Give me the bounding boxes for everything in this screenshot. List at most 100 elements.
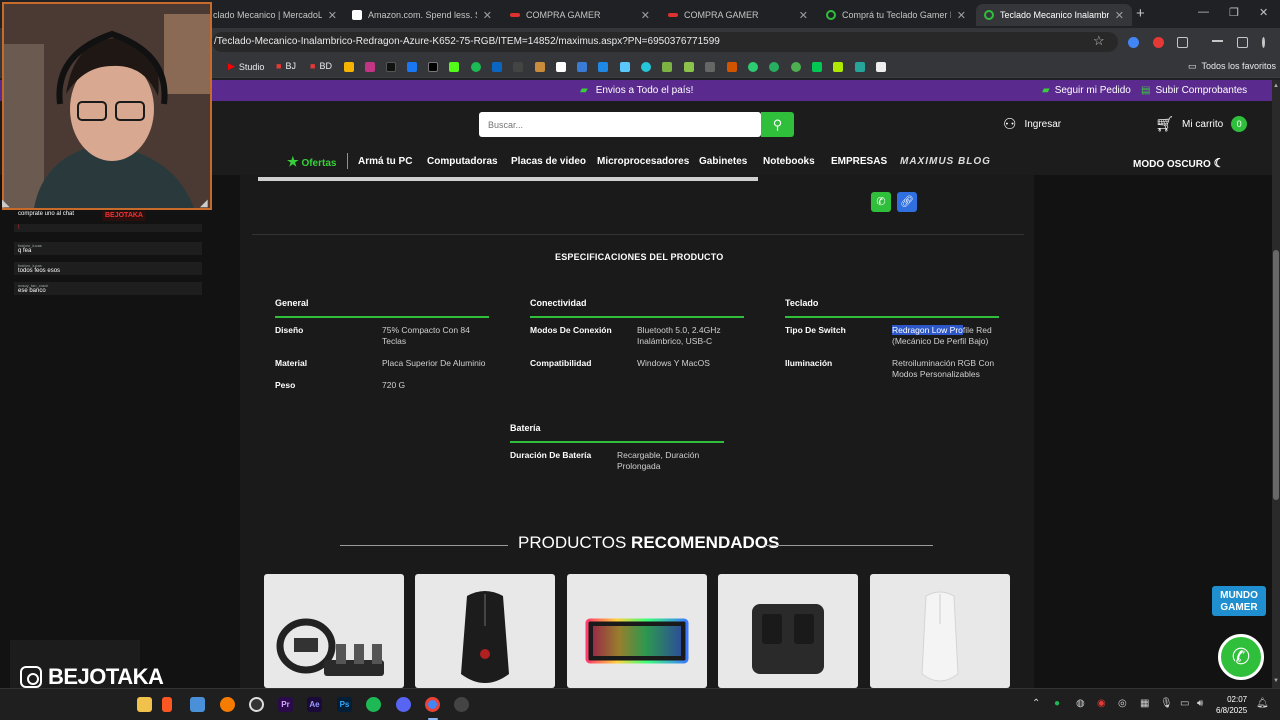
page-scrollbar[interactable]: ▲ ▼: [1272, 80, 1280, 688]
dark-mode-toggle[interactable]: MODO OSCURO ☾: [1133, 156, 1224, 170]
track-order-link[interactable]: ▰ Seguir mi Pedido: [1042, 85, 1131, 96]
tray-app-icon[interactable]: ●: [1054, 698, 1060, 709]
bookmark-icon[interactable]: [748, 62, 758, 72]
chrome-icon[interactable]: [425, 697, 440, 712]
star-icon[interactable]: ☆: [1093, 33, 1105, 49]
volume-icon[interactable]: 🔊︎: [1197, 698, 1203, 709]
nav-arma-pc[interactable]: Armá tu PC: [358, 156, 412, 167]
bookmark-icon[interactable]: [876, 62, 886, 72]
facebook-icon[interactable]: [407, 62, 417, 72]
obs-icon[interactable]: [454, 697, 469, 712]
spotify-icon[interactable]: [471, 62, 481, 72]
network-icon[interactable]: ▭: [1180, 698, 1189, 709]
bookmark-icon[interactable]: [513, 62, 523, 72]
nav-ofertas[interactable]: ★ Ofertas: [287, 154, 336, 170]
blender-icon[interactable]: [220, 697, 235, 712]
discord-icon[interactable]: [396, 697, 411, 712]
bookmark-icon[interactable]: [535, 62, 545, 72]
microphone-icon[interactable]: 🎙︎: [1160, 698, 1173, 709]
premiere-icon[interactable]: Pr: [278, 697, 293, 712]
close-window-icon[interactable]: ✕: [1259, 6, 1268, 19]
copy-link-button[interactable]: 🔗︎: [897, 192, 917, 212]
linkedin-icon[interactable]: [492, 62, 502, 72]
nav-computadoras[interactable]: Computadoras: [427, 156, 498, 167]
search-input[interactable]: [479, 112, 761, 137]
url-field[interactable]: /Teclado-Mecanico-Inalambrico-Redragon-A…: [212, 32, 1118, 52]
nav-empresas[interactable]: EMPRESAS: [831, 156, 887, 167]
product-card[interactable]: [264, 574, 404, 688]
steam-icon[interactable]: ◎: [1118, 698, 1127, 709]
bookmark-icon[interactable]: [812, 62, 822, 72]
gallery-scrollbar[interactable]: [258, 177, 758, 181]
bookmark-icon[interactable]: [641, 62, 651, 72]
scroll-down-arrow[interactable]: ▼: [1273, 678, 1279, 684]
tab-amazon[interactable]: Amazon.com. Spend less. Smil ✕: [344, 4, 500, 26]
bookmark-icon[interactable]: [577, 62, 587, 72]
bookmark-icon[interactable]: [620, 62, 630, 72]
notepad-icon[interactable]: [190, 697, 205, 712]
tray-app-icon[interactable]: ◍: [1076, 698, 1085, 709]
bookmark-icon[interactable]: [556, 62, 566, 72]
upload-receipts-link[interactable]: ▤ Subir Comprobantes: [1141, 85, 1247, 96]
nav-notebooks[interactable]: Notebooks: [763, 156, 815, 167]
after-effects-icon[interactable]: Ae: [307, 697, 322, 712]
all-favorites[interactable]: ▭ Todos los favoritos: [1188, 61, 1276, 72]
bookmark-icon[interactable]: [598, 62, 608, 72]
photoshop-icon[interactable]: Ps: [337, 697, 352, 712]
bookmark-icon[interactable]: [791, 62, 801, 72]
system-clock[interactable]: 02:07 6/8/2025: [1216, 694, 1247, 716]
tiktok-icon[interactable]: [386, 62, 396, 72]
settings-icon[interactable]: [249, 697, 264, 712]
playlist-icon[interactable]: [1212, 40, 1223, 46]
kick-icon[interactable]: [449, 62, 459, 72]
nav-microprocesadores[interactable]: Microprocesadores: [597, 156, 689, 167]
search-button[interactable]: ⚲: [761, 112, 794, 137]
close-icon[interactable]: ✕: [328, 9, 337, 22]
product-card[interactable]: [567, 574, 707, 688]
bookmark-studio[interactable]: ▶ Studio: [228, 61, 264, 72]
share-whatsapp-button[interactable]: ✆: [871, 192, 891, 212]
tab-mercadolibre[interactable]: clado Mecanico | MercadoLib ✕: [205, 4, 345, 26]
scroll-thumb[interactable]: [1273, 250, 1279, 500]
login-button[interactable]: ⚇ Ingresar: [1003, 115, 1061, 133]
bookmark-icon[interactable]: [833, 62, 843, 72]
product-card[interactable]: [870, 574, 1010, 688]
x-icon[interactable]: [428, 62, 438, 72]
bookmark-bd[interactable]: ■ BD: [310, 61, 332, 71]
chevron-up-icon[interactable]: ⌃: [1032, 698, 1040, 709]
file-explorer-icon[interactable]: [137, 697, 152, 712]
tab-maximus-active[interactable]: Teclado Mecanico Inalambrico ✕: [976, 4, 1132, 26]
scroll-up-arrow[interactable]: ▲: [1273, 83, 1279, 89]
bookmark-icon[interactable]: [855, 62, 865, 72]
close-icon[interactable]: ✕: [1115, 9, 1124, 22]
minimize-icon[interactable]: —: [1198, 6, 1209, 18]
product-card[interactable]: [718, 574, 858, 688]
bookmark-icon[interactable]: [684, 62, 694, 72]
restore-icon[interactable]: ❐: [1229, 6, 1239, 19]
figma-icon[interactable]: [162, 697, 172, 712]
bookmark-bj[interactable]: ■ BJ: [276, 61, 296, 71]
bookmark-icon[interactable]: [705, 62, 715, 72]
nav-gabinetes[interactable]: Gabinetes: [699, 156, 747, 167]
new-tab-button[interactable]: +: [1136, 5, 1145, 22]
tab-compragamer-2[interactable]: COMPRA GAMER ✕: [660, 4, 816, 26]
profile-icon[interactable]: [1237, 37, 1248, 48]
close-icon[interactable]: ✕: [957, 9, 966, 22]
mundo-gamer-logo[interactable]: MUNDO GAMER: [1212, 586, 1266, 616]
menu-icon[interactable]: [1262, 37, 1265, 48]
bookmark-icon[interactable]: [727, 62, 737, 72]
close-icon[interactable]: ✕: [641, 9, 650, 22]
product-card[interactable]: [415, 574, 555, 688]
tab-compragamer-1[interactable]: COMPRA GAMER ✕: [502, 4, 658, 26]
bookmark-icon[interactable]: [769, 62, 779, 72]
extension-icon[interactable]: [1128, 37, 1139, 48]
close-icon[interactable]: ✕: [483, 9, 492, 22]
cart-button[interactable]: 🛒︎ Mi carrito 0: [1155, 115, 1248, 133]
bookmark-icon[interactable]: [344, 62, 354, 72]
instagram-icon[interactable]: [365, 62, 375, 72]
notification-bell-icon[interactable]: 🔔︎: [1256, 698, 1269, 709]
tray-app-icon[interactable]: ▦: [1140, 698, 1149, 709]
tab-maximus-1[interactable]: Comprá tu Teclado Gamer Mec ✕: [818, 4, 974, 26]
whatsapp-float-button[interactable]: ✆: [1218, 634, 1264, 680]
bookmark-icon[interactable]: [662, 62, 672, 72]
